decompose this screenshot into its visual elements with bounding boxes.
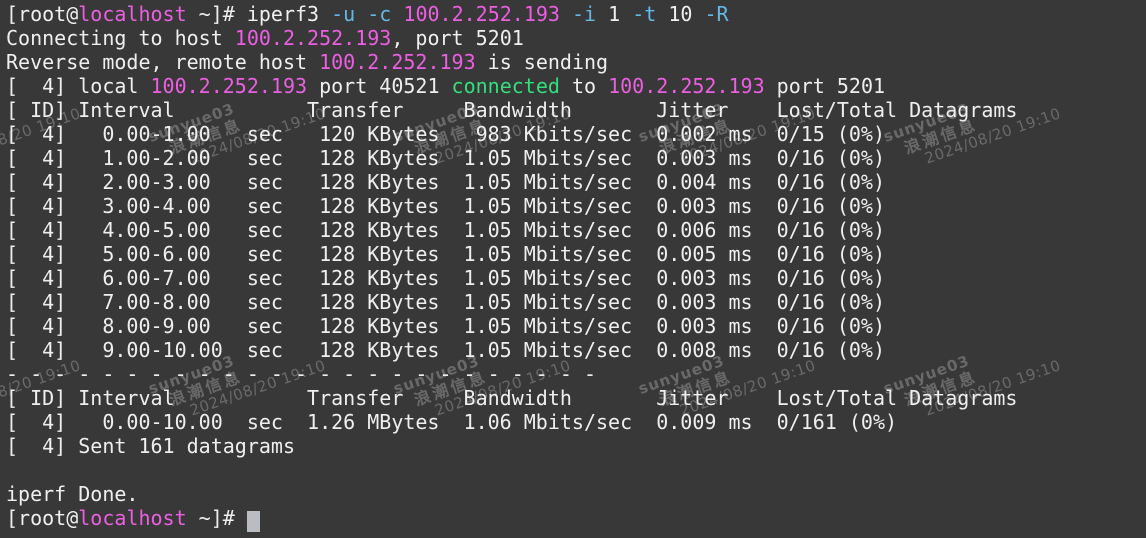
terminal-text: - - - - - - - - - - - - - - - - - - - - …: [6, 362, 597, 386]
terminal-text-cyan: -t: [632, 2, 657, 26]
terminal-text: 10: [656, 2, 705, 26]
terminal-text-magenta: localhost: [78, 506, 187, 530]
terminal-line-2: Reverse mode, remote host 100.2.252.193 …: [6, 50, 1146, 74]
terminal-line-20: iperf Done.: [6, 482, 1146, 506]
terminal-text-cyan: -c: [367, 2, 392, 26]
terminal-line-1: Connecting to host 100.2.252.193, port 5…: [6, 26, 1146, 50]
terminal-text: [ 4] 3.00-4.00 sec 128 KBytes 1.05 Mbits…: [6, 194, 885, 218]
terminal-text: [ 4] 0.00-10.00 sec 1.26 MBytes 1.06 Mbi…: [6, 410, 898, 434]
terminal-line-12: [ 4] 7.00-8.00 sec 128 KBytes 1.05 Mbits…: [6, 290, 1146, 314]
terminal-line-17: [ 4] 0.00-10.00 sec 1.26 MBytes 1.06 Mbi…: [6, 410, 1146, 434]
terminal-text-green: connected: [451, 74, 560, 98]
terminal-text: to: [559, 74, 609, 98]
terminal-text: [ 4] 7.00-8.00 sec 128 KBytes 1.05 Mbits…: [6, 290, 885, 314]
terminal-text: port 5201: [764, 74, 886, 98]
terminal-line-10: [ 4] 5.00-6.00 sec 128 KBytes 1.05 Mbits…: [6, 242, 1146, 266]
terminal-text-magenta: 100.2.252.193: [403, 2, 560, 26]
terminal-text-magenta: 100.2.252.193: [319, 50, 476, 74]
terminal-text: [root@: [6, 506, 79, 530]
terminal-text: , port 5201: [391, 26, 524, 50]
terminal-line-21: [root@localhost ~]#: [6, 506, 1146, 532]
terminal-text-cyan: -R: [704, 2, 729, 26]
terminal-line-13: [ 4] 8.00-9.00 sec 128 KBytes 1.05 Mbits…: [6, 314, 1146, 338]
terminal-text: [ 4] 5.00-6.00 sec 128 KBytes 1.05 Mbits…: [6, 242, 885, 266]
terminal-line-18: [ 4] Sent 161 datagrams: [6, 434, 1146, 458]
terminal-text: [ 4] local: [6, 74, 151, 98]
terminal-text: [ 4] 9.00-10.00 sec 128 KBytes 1.05 Mbit…: [6, 338, 885, 362]
terminal-line-5: [ 4] 0.00-1.00 sec 120 KBytes 983 Kbits/…: [6, 122, 1146, 146]
terminal-line-7: [ 4] 2.00-3.00 sec 128 KBytes 1.05 Mbits…: [6, 170, 1146, 194]
terminal-text: 1: [596, 2, 633, 26]
terminal-text: [ 4] Sent 161 datagrams: [6, 434, 295, 458]
terminal-text: [root@: [6, 2, 79, 26]
terminal-text: is sending: [475, 50, 609, 74]
terminal-text-magenta: 100.2.252.193: [608, 74, 765, 98]
terminal-text: [ 4] 0.00-1.00 sec 120 KBytes 983 Kbits/…: [6, 122, 885, 146]
terminal-line-0: [root@localhost ~]# iperf3 -u -c 100.2.2…: [6, 2, 1146, 26]
terminal-text: [ 4] 2.00-3.00 sec 128 KBytes 1.05 Mbits…: [6, 170, 885, 194]
terminal-line-16: [ ID] Interval Transfer Bandwidth Jitter…: [6, 386, 1146, 410]
terminal-window[interactable]: sunyue03浪潮信息2024/08/20 19:10sunyue03浪潮信息…: [0, 0, 1146, 538]
terminal-text-magenta: 100.2.252.193: [150, 74, 308, 98]
terminal-text-cyan: -u: [331, 2, 356, 26]
terminal-text-magenta: 100.2.252.193: [234, 26, 392, 50]
terminal-text: Reverse mode, remote host: [6, 50, 320, 74]
terminal-text: [ 4] 1.00-2.00 sec 128 KBytes 1.05 Mbits…: [6, 146, 885, 170]
terminal-text: iperf Done.: [6, 482, 139, 506]
terminal-line-8: [ 4] 3.00-4.00 sec 128 KBytes 1.05 Mbits…: [6, 194, 1146, 218]
terminal-text-magenta: localhost: [78, 2, 187, 26]
terminal-text-cyan: -i: [572, 2, 597, 26]
terminal-text: port 40521: [307, 74, 452, 98]
terminal-text: [ 4] 6.00-7.00 sec 128 KBytes 1.05 Mbits…: [6, 266, 885, 290]
terminal-line-11: [ 4] 6.00-7.00 sec 128 KBytes 1.05 Mbits…: [6, 266, 1146, 290]
terminal-text: [ ID] Interval Transfer Bandwidth Jitter…: [6, 98, 1018, 122]
terminal-line-4: [ ID] Interval Transfer Bandwidth Jitter…: [6, 98, 1146, 122]
terminal-text: [ ID] Interval Transfer Bandwidth Jitter…: [6, 386, 1018, 410]
terminal-text: [ 4] 8.00-9.00 sec 128 KBytes 1.05 Mbits…: [6, 314, 885, 338]
terminal-line-14: [ 4] 9.00-10.00 sec 128 KBytes 1.05 Mbit…: [6, 338, 1146, 362]
terminal-text: ~]# iperf3: [186, 2, 332, 26]
terminal-line-6: [ 4] 1.00-2.00 sec 128 KBytes 1.05 Mbits…: [6, 146, 1146, 170]
terminal-line-19: [6, 458, 1146, 482]
terminal-text: [ 4] 4.00-5.00 sec 128 KBytes 1.05 Mbits…: [6, 218, 885, 242]
terminal-line-15: - - - - - - - - - - - - - - - - - - - - …: [6, 362, 1146, 386]
terminal-line-3: [ 4] local 100.2.252.193 port 40521 conn…: [6, 74, 1146, 98]
terminal-cursor: [246, 511, 260, 532]
terminal-line-9: [ 4] 4.00-5.00 sec 128 KBytes 1.05 Mbits…: [6, 218, 1146, 242]
terminal-text: ~]#: [186, 506, 247, 530]
terminal-output: [root@localhost ~]# iperf3 -u -c 100.2.2…: [0, 0, 1146, 532]
terminal-text: Connecting to host: [6, 26, 235, 50]
